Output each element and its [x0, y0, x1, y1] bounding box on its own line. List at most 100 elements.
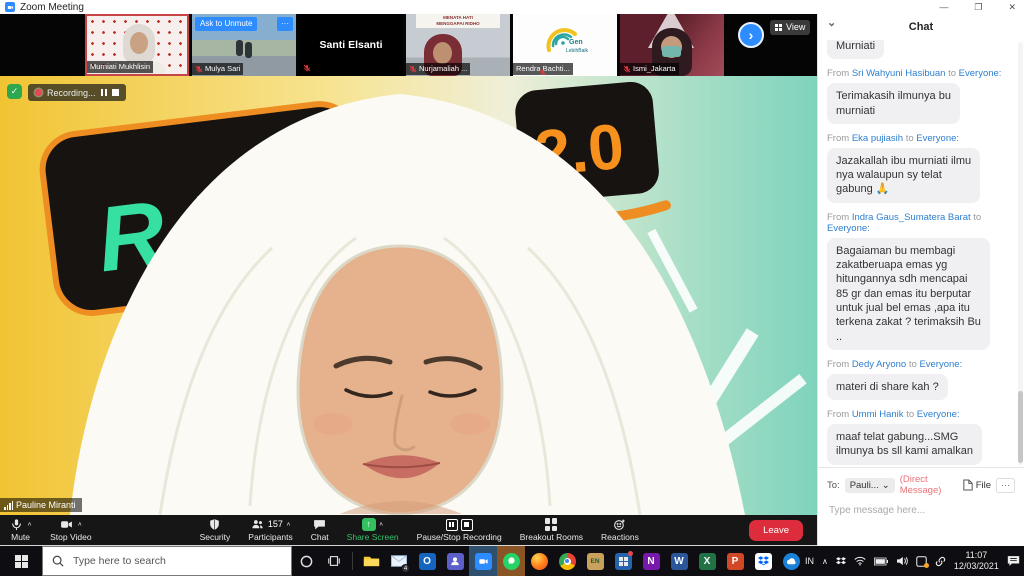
participant-tile-murniati[interactable]: Murniati Mukhlisin	[85, 14, 189, 76]
message-input[interactable]	[827, 504, 1015, 517]
firefox-icon	[531, 553, 548, 570]
action-center-icon[interactable]	[1007, 555, 1020, 567]
muted-mic-icon	[303, 64, 311, 72]
zoom-taskbar-button[interactable]	[469, 546, 497, 576]
breakout-rooms-button[interactable]: Breakout Rooms	[520, 518, 583, 542]
stop-video-caret[interactable]: ∧	[77, 522, 82, 528]
file-button[interactable]: File	[963, 479, 991, 491]
chat-compose: To: Pauli...⌄ (Direct Message) File ⋯	[818, 467, 1024, 518]
participant-tile-santi[interactable]: Santi Elsanti	[299, 14, 403, 76]
stop-video-button[interactable]: ∧ Stop Video	[50, 518, 91, 542]
hidden-icons-chevron[interactable]: ∧	[822, 557, 828, 566]
view-label: View	[786, 20, 805, 35]
pause-icon[interactable]	[446, 519, 458, 531]
mute-button[interactable]: ∧ Mute	[9, 518, 32, 542]
wifi-icon[interactable]	[854, 556, 866, 566]
excel-button[interactable]: X	[693, 546, 721, 576]
outlook-button[interactable]: O	[413, 546, 441, 576]
chat-label: Chat	[311, 533, 329, 542]
banner-line: MENGGAPAI RIDHO	[416, 21, 500, 27]
teams-tray-icon[interactable]	[916, 556, 927, 567]
teams-button[interactable]	[441, 546, 469, 576]
camera-icon	[59, 518, 74, 531]
word-button[interactable]: W	[665, 546, 693, 576]
onedrive-icon	[783, 553, 800, 570]
encryption-shield-icon[interactable]: ✓	[7, 84, 22, 99]
chrome-button[interactable]	[553, 546, 581, 576]
chat-scrollbar-thumb[interactable]	[1018, 391, 1023, 463]
chat-message-header: From Sri Wahyuni Hasibuan to Everyone:	[827, 68, 1013, 79]
share-screen-button[interactable]: ↑ ∧ Share Screen	[347, 518, 399, 542]
share-screen-label: Share Screen	[347, 533, 399, 542]
security-button[interactable]: Security	[200, 518, 231, 542]
search-input[interactable]	[71, 554, 261, 568]
participants-caret[interactable]: ∧	[286, 522, 291, 528]
windows-logo-icon	[15, 555, 28, 568]
recording-label: Recording...	[47, 88, 96, 98]
chat-bubble-icon	[312, 518, 327, 531]
link-icon[interactable]	[935, 556, 946, 567]
outlook-icon: O	[419, 553, 436, 570]
ask-to-unmute-button[interactable]: Ask to Unmute	[195, 17, 257, 31]
mute-caret[interactable]: ∧	[27, 522, 32, 528]
chevron-down-icon[interactable]: ⌄	[827, 16, 836, 29]
firefox-button[interactable]	[525, 546, 553, 576]
next-participants-button[interactable]: ›	[738, 22, 764, 48]
pause-recording-button[interactable]	[101, 89, 107, 96]
start-button[interactable]	[0, 546, 42, 576]
stop-recording-button[interactable]	[112, 89, 119, 96]
share-screen-icon: ↑	[362, 518, 376, 531]
participants-count: 157	[268, 520, 283, 529]
participant-tile-ismi[interactable]: Ismi_Jakarta	[620, 14, 724, 76]
participant-tile-nurjamaliah[interactable]: MENATA HATI MENGGAPAI RIDHO Nurjamaliah …	[406, 14, 510, 76]
onenote-button[interactable]: N	[637, 546, 665, 576]
participant-tile-mulya[interactable]: Ask to Unmute ··· Mulya Sari	[192, 14, 296, 76]
task-view-icon	[327, 554, 341, 568]
chat-panel: ⌄ Chat Murniati From Sri Wahyuni Hasibua…	[817, 14, 1024, 546]
participants-button[interactable]: 157 ∧ Participants	[248, 518, 292, 542]
notification-dot	[924, 563, 929, 568]
participant-strip: Murniati Mukhlisin Ask to Unmute ··· Mul…	[0, 14, 817, 76]
event-banner: MENATA HATI MENGGAPAI RIDHO	[416, 14, 500, 28]
more-options-button[interactable]: ···	[277, 17, 293, 31]
direct-message-label: (Direct Message)	[900, 474, 958, 496]
record-dot-icon	[35, 89, 42, 96]
task-view-button[interactable]	[320, 546, 348, 576]
speaker-icon[interactable]	[896, 556, 908, 566]
taskbar-search[interactable]	[42, 546, 292, 576]
dropbox-tray-icon[interactable]	[836, 557, 846, 566]
recording-indicator: Recording...	[28, 84, 126, 101]
minimize-button[interactable]: —	[939, 0, 948, 14]
chat-message-bubble: materi di share kah ?	[827, 374, 948, 400]
close-button[interactable]: ✕	[1008, 0, 1016, 14]
recipient-dropdown[interactable]: Pauli...⌄	[845, 478, 895, 493]
pause-stop-recording-label: Pause/Stop Recording	[417, 533, 502, 542]
share-screen-caret[interactable]: ∧	[379, 522, 384, 528]
money-app-button[interactable]: EN	[581, 546, 609, 576]
chat-scrollbar[interactable]	[1018, 42, 1023, 465]
compose-more-button[interactable]: ⋯	[996, 478, 1015, 493]
office-button[interactable]	[609, 546, 637, 576]
reactions-button[interactable]: Reactions	[601, 518, 639, 542]
battery-icon[interactable]	[874, 557, 888, 566]
chat-message-header: From Indra Gaus_Sumatera Barat to Everyo…	[827, 212, 1013, 234]
stop-icon[interactable]	[461, 519, 473, 531]
clock-time: 11:07	[954, 550, 999, 561]
chat-message-bubble: Bagaiaman bu membagi zakatberuapa emas y…	[827, 238, 990, 350]
dropbox-button[interactable]	[749, 546, 777, 576]
chat-button[interactable]: Chat	[311, 518, 329, 542]
participant-tile-rendra[interactable]: Gen LebihBaik Rendra Bachti...	[513, 14, 617, 76]
taskbar-clock[interactable]: 11:07 12/03/2021	[954, 550, 999, 572]
pause-stop-recording-button[interactable]: Pause/Stop Recording	[417, 518, 502, 542]
cortana-button[interactable]	[292, 546, 320, 576]
mail-button[interactable]: 4	[385, 546, 413, 576]
whatsapp-button[interactable]	[497, 546, 525, 576]
file-icon	[963, 479, 973, 491]
powerpoint-button[interactable]: P	[721, 546, 749, 576]
file-explorer-button[interactable]	[357, 546, 385, 576]
onedrive-button[interactable]	[777, 546, 805, 576]
view-button[interactable]: View	[770, 20, 810, 35]
maximize-button[interactable]: ❐	[974, 0, 982, 14]
leave-button[interactable]: Leave	[749, 520, 803, 541]
language-indicator[interactable]: IN	[805, 556, 814, 566]
